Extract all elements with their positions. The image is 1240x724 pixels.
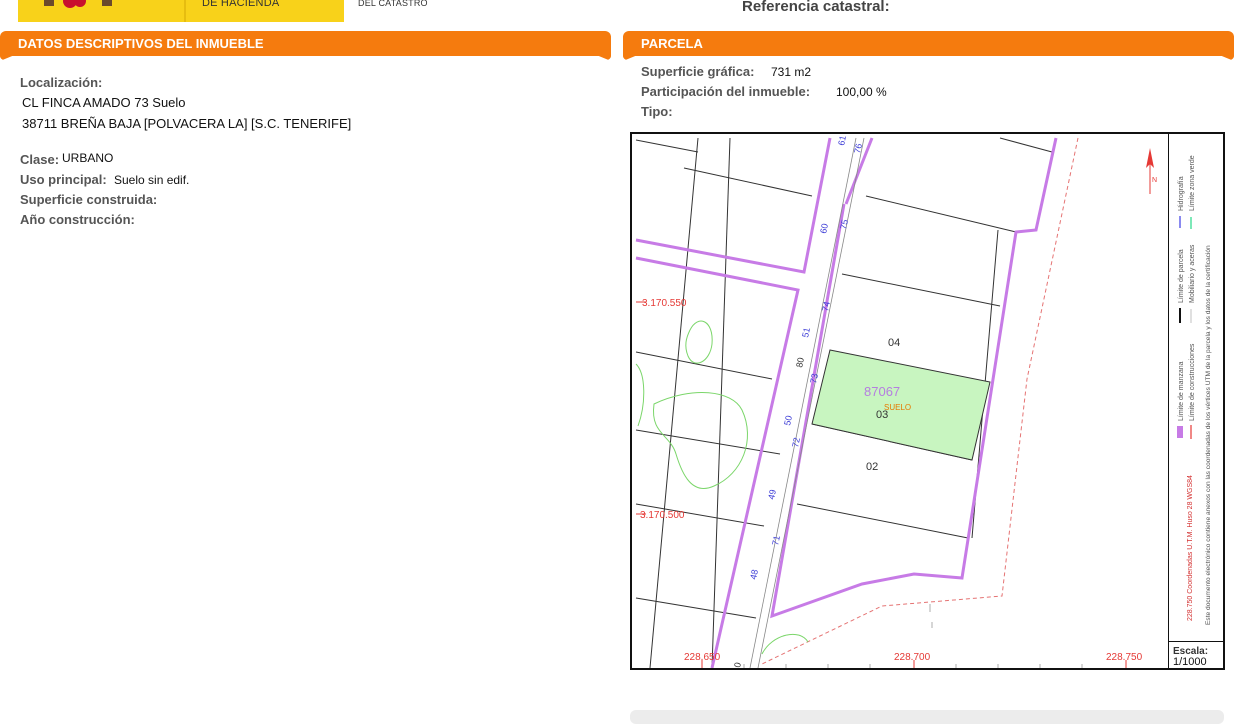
street-number: 0 — [732, 661, 743, 668]
tipo-label: Tipo: — [641, 104, 673, 119]
y-coord-label: 3.170.500 — [640, 510, 685, 521]
north-arrow-icon: N — [1146, 148, 1157, 194]
address-line-1: CL FINCA AMADO 73 Suelo — [22, 95, 186, 110]
ministry-name: DE HACIENDA — [202, 0, 280, 9]
north-label: N — [1152, 177, 1157, 184]
x-coord-label: 228.750 — [1106, 652, 1143, 663]
section-header-parcela: PARCELA — [623, 31, 1234, 56]
address-line-2: 38711 BREÑA BAJA [POLVACERA LA] [S.C. TE… — [22, 116, 352, 131]
lot-label: 02 — [866, 461, 878, 473]
coord-labels: 3.170.550 3.170.500 228.650 228.700 228.… — [640, 298, 1143, 663]
section-header-datos: DATOS DESCRIPTIVOS DEL INMUEBLE — [0, 31, 611, 56]
section-title: PARCELA — [641, 36, 703, 51]
doc-note: Este documento electrónico contiene anex… — [1205, 245, 1212, 625]
sup-grafica-value: 731 m2 — [771, 65, 812, 79]
localizacion-label: Localización: — [20, 75, 103, 90]
superficie-construida-label: Superficie construida: — [20, 192, 158, 207]
scale-box: Escala: 1/1000 — [1168, 641, 1225, 670]
street-number: 49 — [766, 489, 778, 501]
street-number: 73 — [808, 373, 820, 385]
legend-item: Límite de construcciones — [1189, 343, 1196, 421]
anio-construccion-label: Año construcción: — [20, 212, 135, 227]
parcel-id-label: 87067 — [864, 384, 900, 399]
coords-note: 228.750 Coordenadas U.T.M. Huso 28 WGS84 — [1187, 475, 1194, 621]
reference-label: Referencia catastral: — [742, 0, 890, 15]
map-legend: Límite de manzana Límite de parcela Hidr… — [1168, 133, 1225, 641]
coat-of-arms-icon — [44, 0, 112, 8]
street-number: 75 — [838, 219, 850, 231]
sup-grafica-label: Superficie gráfica: — [641, 64, 755, 79]
street-number: 51 — [800, 327, 812, 339]
legend-item: Hidrografía — [1178, 176, 1185, 211]
section-title: DATOS DESCRIPTIVOS DEL INMUEBLE — [18, 36, 264, 51]
x-coord-label: 228.650 — [684, 652, 721, 663]
lot-label: 03 — [876, 409, 888, 421]
legend-canvas: Límite de manzana Límite de parcela Hidr… — [1177, 155, 1212, 625]
cadastral-map[interactable]: N 87067 SUELO 04 03 02 61 76 60 75 74 51… — [630, 132, 1225, 670]
street-number: 80 — [794, 357, 806, 369]
logo-divider — [184, 0, 186, 22]
street-number: 71 — [770, 535, 782, 547]
street-number: 50 — [782, 415, 794, 427]
footer-bar — [630, 710, 1224, 724]
coord-ticks — [636, 301, 1127, 668]
clase-label: Clase: — [20, 152, 60, 167]
street-number: 48 — [748, 569, 760, 581]
legend-item: Límite de manzana — [1178, 361, 1185, 421]
scale-value: 1/1000 — [1173, 656, 1207, 668]
lot-label: 04 — [888, 337, 900, 349]
uso-label: Uso principal: — [20, 172, 107, 187]
legend-item: Mobiliario y aceras — [1189, 244, 1196, 303]
legend-item: Límite zona verde — [1189, 155, 1196, 211]
street-number: 76 — [852, 143, 864, 155]
legend-texts: Límite de manzana Límite de parcela Hidr… — [1178, 155, 1196, 421]
ministry-logo-block — [18, 0, 344, 22]
y-coord-label: 3.170.550 — [642, 298, 687, 309]
street-number: 74 — [820, 301, 832, 313]
uso-value: Suelo sin edif. — [114, 173, 190, 187]
legend-item: Límite de parcela — [1178, 249, 1185, 303]
street-number: 61 — [836, 135, 848, 147]
participacion-value: 100,00 % — [836, 85, 887, 99]
legend-swatch-manzana — [1177, 426, 1183, 438]
map-canvas: N 87067 SUELO 04 03 02 61 76 60 75 74 51… — [635, 135, 1157, 668]
catastro-name: DEL CATASTRO — [358, 0, 428, 8]
x-coord-label: 228.700 — [894, 652, 931, 663]
street-number: 60 — [818, 223, 830, 235]
clase-value: URBANO — [62, 151, 114, 165]
street-number: 72 — [790, 437, 802, 449]
participacion-label: Participación del inmueble: — [641, 84, 811, 99]
